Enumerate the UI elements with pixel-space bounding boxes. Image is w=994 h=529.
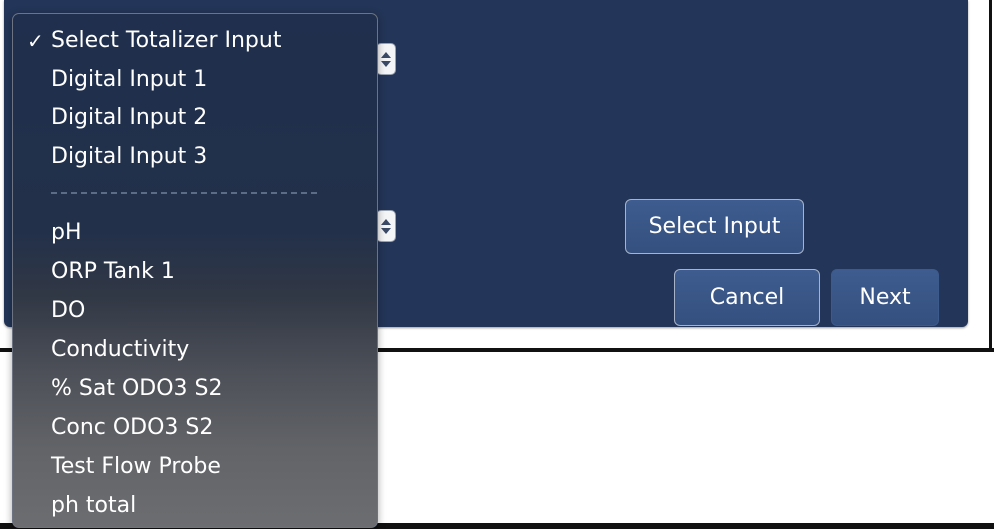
menu-item-digital-input-2[interactable]: Digital Input 2 — [51, 101, 207, 135]
menu-item-ph-total[interactable]: ph total — [51, 489, 136, 523]
menu-item-do[interactable]: DO — [51, 294, 85, 328]
arrow-down-icon — [381, 61, 391, 67]
select-stepper-icon[interactable] — [376, 210, 396, 242]
window-border-right — [989, 0, 992, 352]
arrow-up-icon — [381, 52, 391, 58]
menu-item-conc-odo3-s2[interactable]: Conc ODO3 S2 — [51, 411, 213, 445]
next-button[interactable]: Next — [831, 269, 939, 326]
cancel-button[interactable]: Cancel — [674, 269, 820, 326]
menu-item-digital-input-1[interactable]: Digital Input 1 — [51, 63, 207, 97]
menu-item-sat-odo3-s2[interactable]: % Sat ODO3 S2 — [51, 372, 223, 406]
select-stepper-icon[interactable] — [376, 43, 396, 75]
menu-separator — [51, 192, 317, 194]
menu-item-conductivity[interactable]: Conductivity — [51, 333, 189, 367]
menu-item-orp-tank-1[interactable]: ORP Tank 1 — [51, 255, 175, 289]
menu-item-select-totalizer-input[interactable]: Select Totalizer Input — [51, 24, 281, 58]
menu-item-digital-input-3[interactable]: Digital Input 3 — [51, 140, 207, 174]
arrow-up-icon — [381, 219, 391, 225]
arrow-down-icon — [381, 228, 391, 234]
menu-item-ph[interactable]: pH — [51, 216, 82, 250]
checkmark-icon: ✓ — [27, 29, 44, 53]
totalizer-input-dropdown-menu[interactable]: ✓ Select Totalizer Input Digital Input 1… — [12, 13, 378, 528]
select-input-button[interactable]: Select Input — [625, 199, 804, 254]
menu-item-test-flow-probe[interactable]: Test Flow Probe — [51, 450, 221, 484]
